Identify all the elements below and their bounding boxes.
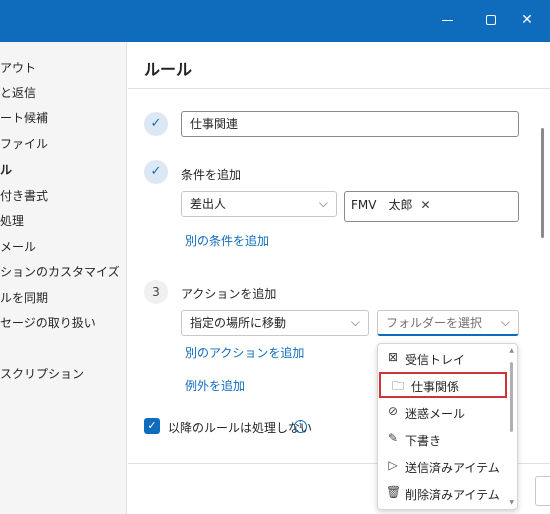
stop-processing-label: 以降のルールは処理しない: [168, 421, 313, 435]
sidebar-item-sync[interactable]: ルを同期: [0, 289, 48, 306]
trash-icon: 🗑: [386, 485, 402, 499]
folder-icon: 🗀: [391, 379, 404, 393]
folder-select-dropdown[interactable]: フォルダーを選択 ⌵: [377, 310, 519, 336]
scroll-up-icon[interactable]: ▲: [509, 347, 514, 354]
maximize-button[interactable]: [481, 10, 501, 30]
add-exception-link[interactable]: 例外を追加: [185, 377, 245, 394]
close-icon: ✕: [521, 12, 533, 28]
send-icon: ▷: [388, 458, 398, 472]
sender-chip: FMV 太郎 ✕: [351, 198, 431, 212]
minimize-button[interactable]: [437, 10, 457, 30]
sidebar-item-handling[interactable]: 処理: [0, 212, 24, 229]
close-button[interactable]: ✕: [517, 10, 537, 30]
folder-option-work[interactable]: 🗀 仕事関係: [379, 372, 507, 398]
sidebar-item-mail[interactable]: メール: [0, 238, 36, 255]
panel-scrollbar[interactable]: [541, 128, 544, 238]
sender-input[interactable]: FMV 太郎 ✕: [344, 191, 519, 222]
condition-check-icon: ✓: [144, 160, 168, 184]
remove-sender-icon[interactable]: ✕: [420, 198, 430, 212]
sidebar-item-subscriptions[interactable]: スクリプション: [0, 365, 84, 382]
add-another-condition-link[interactable]: 別の条件を追加: [185, 232, 269, 249]
folder-option-drafts[interactable]: ✎ 下書き: [378, 426, 508, 452]
rule-name-input[interactable]: 仕事関連: [181, 111, 519, 137]
scroll-down-icon[interactable]: ▼: [509, 499, 514, 506]
action-type-dropdown[interactable]: 指定の場所に移動 ⌵: [181, 310, 369, 336]
menu-scrollbar[interactable]: [510, 362, 513, 432]
folder-option-inbox[interactable]: ⊠ 受信トレイ: [378, 345, 508, 371]
junk-folder-icon: ⊘: [387, 404, 399, 418]
sidebar-item-reply[interactable]: と返信: [0, 84, 36, 101]
title-divider: [128, 88, 550, 89]
sidebar-item-customize-actions[interactable]: ションのカスタマイズ: [0, 263, 120, 280]
condition-type-dropdown[interactable]: 差出人 ⌵: [181, 191, 337, 217]
rule-name-check-icon: ✓: [144, 112, 168, 136]
minimize-icon: [441, 19, 453, 21]
sidebar-item-suggestions[interactable]: ート候補: [0, 109, 48, 126]
settings-sidebar: アウト と返信 ート候補 ファイル ル 付き書式 処理 メール ションのカスタマ…: [0, 42, 127, 514]
add-another-action-link[interactable]: 別のアクションを追加: [185, 344, 304, 361]
folder-option-deleted[interactable]: 🗑 削除済みアイテム: [378, 480, 508, 506]
chevron-down-icon: ⌵: [318, 196, 328, 210]
info-icon[interactable]: i: [294, 420, 307, 433]
folder-option-junk[interactable]: ⊘ 迷惑メール: [378, 399, 508, 425]
sidebar-item-files[interactable]: ファイル: [0, 135, 48, 152]
pencil-icon: ✎: [387, 431, 399, 445]
chevron-down-icon: ⌵: [500, 315, 510, 329]
inbox-icon: ⊠: [387, 350, 399, 364]
sidebar-item-message-handling[interactable]: セージの取り扱い: [0, 314, 96, 331]
checkmark-icon: ✓: [147, 419, 157, 432]
folder-dropdown-menu: ⊠ 受信トレイ 🗀 仕事関係 ⊘ 迷惑メール ✎ 下書き ▷ 送信済みアイテム …: [377, 343, 518, 510]
add-condition-label: 条件を追加: [181, 168, 242, 182]
action-step-number: 3: [144, 280, 168, 304]
page-title: ルール: [144, 60, 193, 79]
stop-processing-checkbox[interactable]: ✓: [144, 418, 160, 434]
title-bar: ✕: [0, 0, 550, 42]
maximize-icon: [486, 15, 496, 25]
sidebar-item-conditional-formatting[interactable]: 付き書式: [0, 187, 48, 204]
sidebar-item-layout[interactable]: アウト: [0, 59, 36, 76]
add-action-label: アクションを追加: [181, 287, 277, 301]
footer-button[interactable]: [535, 476, 550, 506]
chevron-down-icon: ⌵: [350, 315, 360, 329]
sidebar-item-rules[interactable]: ル: [0, 161, 12, 178]
folder-option-sent[interactable]: ▷ 送信済みアイテム: [378, 453, 508, 479]
